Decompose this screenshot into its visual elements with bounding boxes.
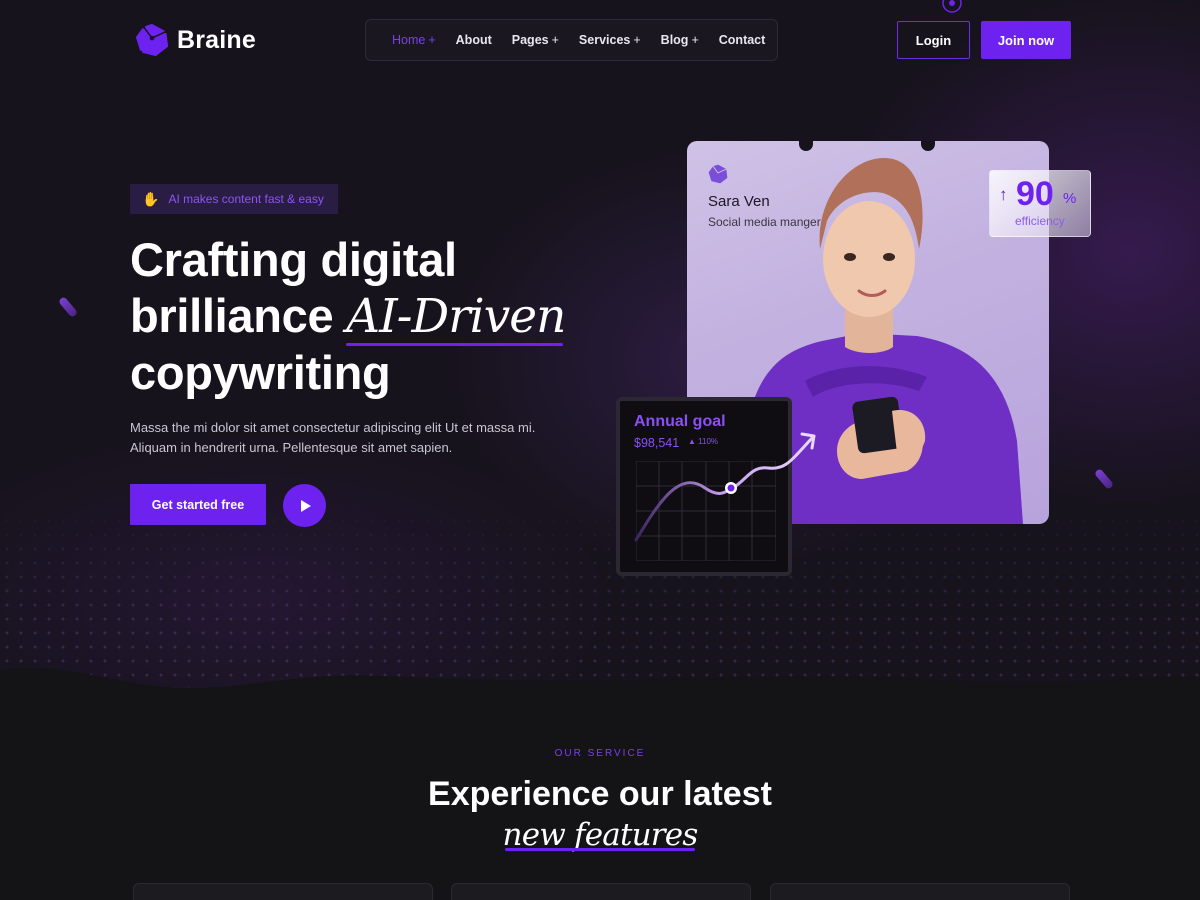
efficiency-unit: % (1063, 190, 1077, 207)
efficiency-value: 90 (1016, 175, 1054, 213)
nav-item-services[interactable]: Services + (579, 33, 641, 47)
section-title-accent: new features (502, 817, 699, 853)
profile-name: Sara Ven (708, 193, 770, 210)
nav-item-label: Services (578, 33, 631, 47)
hero-title-line2: brilliance (130, 289, 334, 342)
profile-role: Social media manger (708, 215, 821, 229)
annual-goal-value: $98,541 (634, 436, 680, 450)
main-nav: Home + About Pages + Services + Blog + Conta… (365, 19, 778, 61)
decorative-ring-icon (942, 0, 962, 13)
hero-title-accent: AI-Driven (346, 289, 566, 344)
plus-icon: + (691, 33, 699, 47)
hero-badge: ✋ AI makes content fast & easy (130, 184, 338, 214)
plus-icon: + (551, 33, 559, 47)
nav-item-contact[interactable]: Contact (719, 33, 766, 47)
hero-title-line1: Crafting digital (130, 233, 457, 286)
section-tag: OUR SERVICE (554, 748, 646, 759)
get-started-button[interactable]: Get started free (130, 484, 266, 525)
nav-item-label: Contact (718, 33, 766, 47)
section-title-accent-wrap: new features (0, 815, 1200, 855)
join-now-button[interactable]: Join now (981, 21, 1071, 59)
brain-logo-icon (135, 23, 169, 57)
feature-card[interactable] (451, 883, 751, 900)
nav-item-about[interactable]: About (456, 33, 492, 47)
nav-item-home[interactable]: Home + (392, 33, 436, 47)
annual-goal-title: Annual goal (634, 413, 726, 430)
nav-item-label: About (455, 33, 492, 47)
play-video-button[interactable] (283, 484, 326, 527)
nav-item-pages[interactable]: Pages + (512, 33, 559, 47)
play-icon (300, 499, 311, 512)
nav-item-blog[interactable]: Blog + (661, 33, 699, 47)
arrow-up-icon: ↑ (999, 185, 1008, 204)
nav-item-label: Pages (511, 33, 549, 47)
brand-logo[interactable]: Braine (133, 21, 256, 59)
hero-title-line3: copywriting (130, 346, 391, 399)
decorative-blob (1093, 468, 1115, 490)
nav-item-label: Blog (660, 33, 689, 47)
feature-card[interactable] (770, 883, 1070, 900)
decorative-blob (57, 296, 79, 318)
feature-card[interactable] (133, 883, 433, 900)
plus-icon: + (633, 33, 641, 47)
annual-goal-delta: ▲ 110% (688, 437, 719, 446)
brand-name: Braine (177, 25, 257, 54)
hero-description: Massa the mi dolor sit amet consectetur … (130, 420, 536, 455)
card-logo-icon (708, 164, 728, 184)
section-divider-wave (0, 667, 1200, 720)
hero-title: Crafting digital brilliance AI-Driven co… (130, 232, 650, 401)
goal-chart-grid (636, 461, 776, 561)
section-title: Experience our latest (428, 775, 772, 813)
nav-item-label: Home (392, 33, 426, 47)
plus-icon: + (428, 33, 436, 47)
hero-badge-text: AI makes content fast & easy (168, 192, 324, 206)
efficiency-label: efficiency (1015, 214, 1065, 228)
efficiency-stat-card: ↑ 90 % efficiency (989, 170, 1091, 237)
waving-hand-icon: ✋ (142, 190, 160, 207)
annual-goal-card: Annual goal $98,541 ▲ 110% (616, 397, 792, 576)
login-button[interactable]: Login (897, 21, 970, 59)
